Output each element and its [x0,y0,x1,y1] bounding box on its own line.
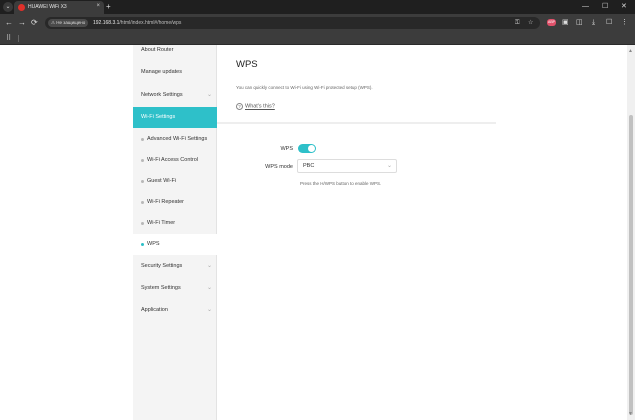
wps-content-panel: WPS You can quickly connect to Wi-Fi usi… [217,45,496,420]
sidebar-item-label: Wi-Fi Settings [141,114,176,120]
page-title: WPS [236,59,258,70]
wps-hint-text: Press the H/WPS button to enable WPS. [300,181,382,186]
bullet-icon [141,243,144,246]
sidebar-item-label: Manage updates [141,69,182,75]
sidebar-subitem-wifi-repeater[interactable]: Wi-Fi Repeater [133,192,217,213]
sidebar-subitem-label: Wi-Fi Timer [147,220,176,226]
question-mark-icon: ? [236,103,243,110]
url-text: 192.168.3.1/html/index.html#/home/wps [93,20,181,26]
minimize-button[interactable]: — [582,2,589,12]
side-panel-icon[interactable]: ◫ [576,18,583,28]
toggle-knob [308,145,315,152]
bullet-icon [141,159,144,162]
wps-mode-select[interactable]: PBC ⌄ [297,159,397,173]
wps-toggle[interactable] [298,144,316,153]
sidebar-subitem-wifi-access-control[interactable]: Wi-Fi Access Control [133,150,217,171]
chevron-down-icon: ⌄ [386,163,392,169]
sidebar-item-label: Security Settings [141,263,183,269]
huawei-favicon-icon [18,4,25,11]
bookmarks-bar: ⠿ [0,32,635,45]
url-host: 192.168.3.1 [93,20,120,26]
sidebar-item-about-router[interactable]: About Router [133,45,217,61]
page-margin-right [496,45,627,420]
browser-toolbar: ← → ⟳ ⚠ Не защищено 192.168.3.1/html/ind… [0,14,635,32]
sidebar-subitem-label: Wi-Fi Access Control [147,157,199,163]
reload-button[interactable]: ⟳ [31,18,38,28]
download-icon[interactable]: ⤓ [592,18,595,28]
sidebar-item-network-settings[interactable]: Network Settings ⌄ [133,85,217,106]
maximize-button[interactable]: ☐ [602,2,608,12]
address-bar[interactable]: ⚠ Не защищено 192.168.3.1/html/index.htm… [45,17,540,29]
sidebar-subitem-label: Advanced Wi-Fi Settings [147,136,208,142]
section-divider [217,122,496,124]
sidebar-item-label: System Settings [141,285,181,291]
close-window-button[interactable]: ✕ [621,2,627,12]
security-indicator[interactable]: ⚠ Не защищено [48,19,89,27]
tab-close-icon[interactable]: × [96,3,100,9]
sidebar-item-label: Network Settings [141,92,183,98]
chevron-down-icon: ⌄ [206,92,212,98]
wps-mode-value: PBC [303,163,315,169]
sidebar-subitem-guest-wifi[interactable]: Guest Wi-Fi [133,171,217,192]
scroll-up-icon[interactable]: ▲ [628,48,633,54]
extension-square-icon[interactable]: ▣ [562,18,569,28]
sidebar-item-label: About Router [141,47,174,53]
new-tab-button[interactable]: + [106,2,111,12]
whats-this-link[interactable]: ? What's this? [236,103,275,110]
sidebar-item-wifi-settings[interactable]: Wi-Fi Settings [133,107,217,128]
sidebar-subitem-wps[interactable]: WPS [133,234,217,255]
browser-tab[interactable]: HUAWEI WiFi X3 × [14,1,104,14]
page-margin-left [0,45,133,420]
sidebar-item-security-settings[interactable]: Security Settings ⌄ [133,256,217,277]
sidebar-item-system-settings[interactable]: System Settings ⌄ [133,278,217,299]
sidebar-item-application[interactable]: Application ⌄ [133,300,217,321]
forward-button[interactable]: → [18,18,26,28]
page-description: You can quickly connect to Wi-Fi using W… [236,85,373,90]
bookmark-star-icon[interactable]: ☆ [528,19,533,27]
bullet-icon [141,180,144,183]
router-admin-page: About Router Manage updates Network Sett… [0,45,635,420]
bullet-icon [141,222,144,225]
tab-search-icon[interactable]: ⌄ [3,2,13,12]
settings-sidebar: About Router Manage updates Network Sett… [133,45,217,420]
sidebar-item-manage-updates[interactable]: Manage updates [133,62,217,83]
back-button[interactable]: ← [5,18,13,28]
sidebar-subitem-advanced-wifi[interactable]: Advanced Wi-Fi Settings [133,129,217,150]
chevron-down-icon: ⌄ [206,307,212,313]
sidebar-subitem-label: WPS [147,241,160,247]
tab-title: HUAWEI WiFi X3 [28,4,67,10]
security-label: Не защищено [56,20,86,25]
wps-mode-label: WPS mode [265,164,293,170]
key-icon[interactable]: ⚿ [515,19,520,27]
sidebar-subitem-label: Wi-Fi Repeater [147,199,184,205]
browser-menu-icon[interactable]: ⋮ [621,18,628,28]
browser-tab-strip: ⌄ HUAWEI WiFi X3 × + — ☐ ✕ [0,0,635,14]
url-path: /html/index.html#/home/wps [119,20,182,26]
scroll-thumb[interactable] [629,115,633,415]
apps-grid-icon[interactable]: ⠿ [6,34,11,42]
whats-this-label: What's this? [245,103,275,110]
chevron-down-icon: ⌄ [206,263,212,269]
page-scrollbar[interactable]: ▲ ▼ [627,45,635,420]
profile-icon[interactable]: ☐ [606,18,612,28]
sidebar-subitem-wifi-timer[interactable]: Wi-Fi Timer [133,213,217,234]
wps-toggle-label: WPS [280,146,293,152]
chevron-down-icon: ⌄ [206,285,212,291]
bullet-icon [141,138,144,141]
scroll-down-icon[interactable]: ▼ [628,411,633,417]
sidebar-subitem-label: Guest Wi-Fi [147,178,177,184]
bookmarks-separator [18,35,19,42]
bullet-icon [141,201,144,204]
sidebar-item-label: Application [141,307,168,313]
adblock-extension-icon[interactable]: ABP [547,19,556,26]
